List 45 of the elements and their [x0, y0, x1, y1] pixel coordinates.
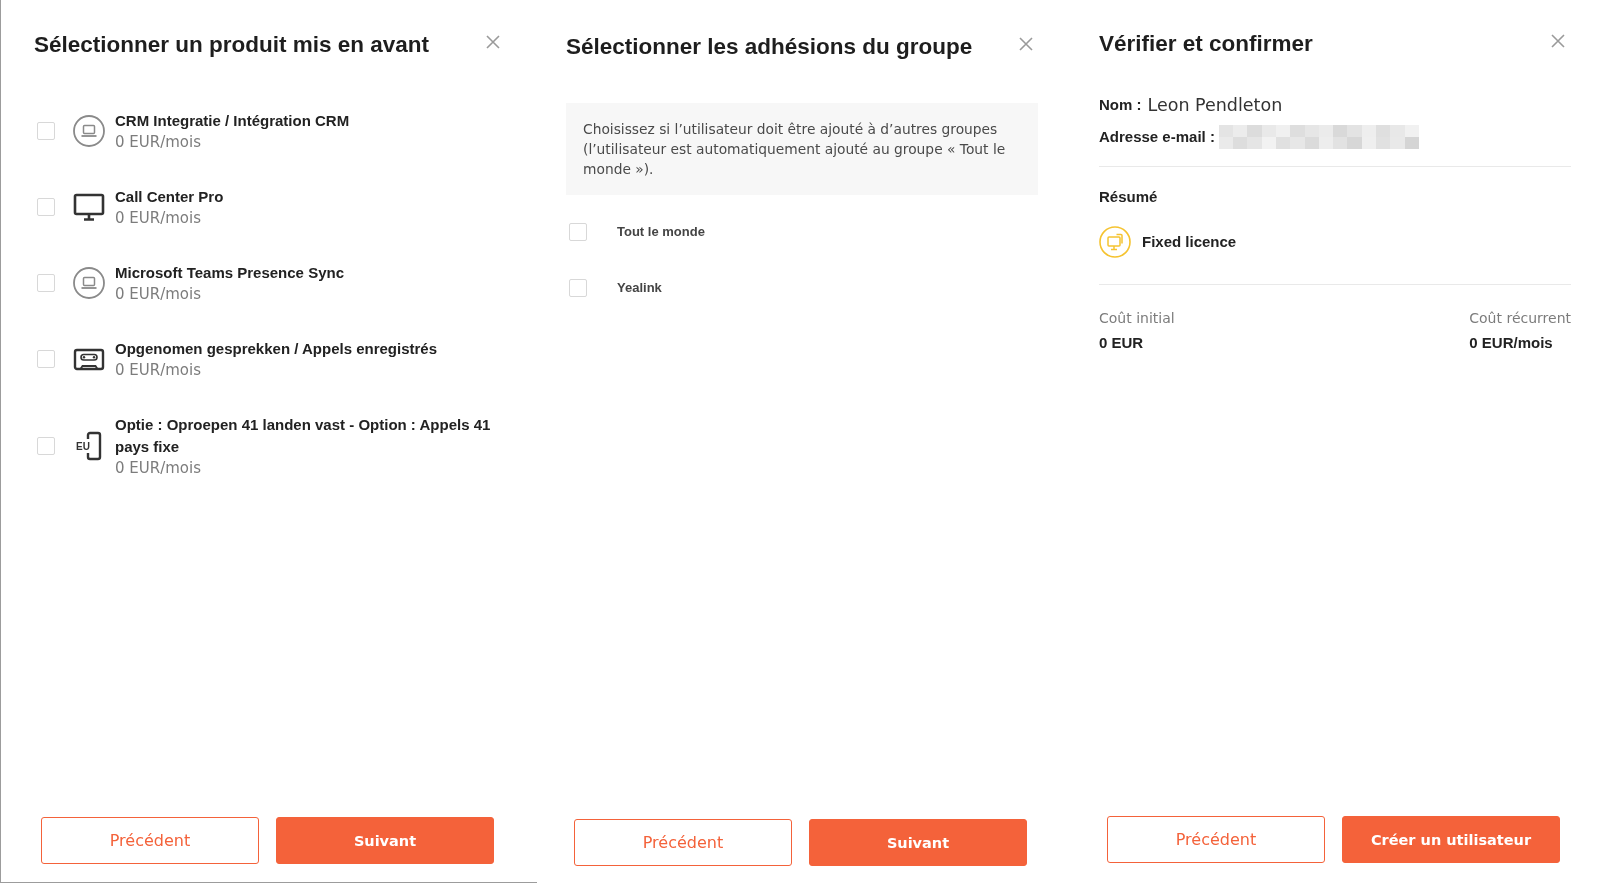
monitor-phone-icon	[1099, 226, 1131, 258]
close-icon[interactable]	[1019, 37, 1033, 51]
cost-value: 0 EUR/mois	[1469, 333, 1554, 353]
product-price: 0 EUR/mois	[115, 360, 202, 380]
next-button[interactable]: Suivant	[276, 817, 494, 864]
product-price: 0 EUR/mois	[115, 458, 202, 478]
checkbox[interactable]	[569, 223, 587, 241]
group-name: Yealink	[617, 279, 662, 297]
laptop-icon	[73, 115, 105, 147]
create-user-button[interactable]: Créer un utilisateur	[1342, 816, 1560, 863]
close-icon[interactable]	[486, 35, 500, 49]
cost-value: 0 EUR	[1099, 333, 1145, 353]
product-price: 0 EUR/mois	[115, 284, 202, 304]
product-price: 0 EUR/mois	[115, 132, 202, 152]
product-name: Call Center Pro	[115, 187, 225, 207]
panel-title: Sélectionner les adhésions du groupe	[566, 33, 973, 61]
group-name: Tout le monde	[617, 223, 705, 241]
checkbox[interactable]	[37, 350, 55, 368]
panel-title: Sélectionner un produit mis en avant	[34, 31, 430, 59]
next-button[interactable]: Suivant	[809, 819, 1027, 866]
product-name: CRM Integratie / Intégration CRM	[115, 111, 351, 131]
field-label: Adresse e-mail :	[1099, 127, 1215, 147]
checkbox[interactable]	[37, 198, 55, 216]
checkbox[interactable]	[37, 122, 55, 140]
product-name: Optie : Oproepen 41 landen vast - Option : Appels 41 pays fixe	[115, 415, 492, 457]
checkbox[interactable]	[569, 279, 587, 297]
product-name: Opgenomen gesprekken / Appels enregistrés	[115, 339, 439, 359]
monitor-icon	[73, 191, 105, 223]
cost-label: Coût initial	[1099, 309, 1175, 328]
info-box: Choisissez si l’utilisateur doit être ajouté à d’autres groupes (l’utilisateur est automatiquement ajouté au groupe « Tout le monde »).	[566, 103, 1038, 195]
product-price: 0 EUR/mois	[115, 208, 202, 228]
close-icon[interactable]	[1551, 34, 1565, 48]
panel-title: Vérifier et confirmer	[1099, 30, 1313, 58]
previous-button[interactable]: Précédent	[1107, 816, 1325, 863]
checkbox[interactable]	[37, 437, 55, 455]
licence-name: Fixed licence	[1142, 232, 1237, 252]
laptop-icon	[73, 267, 105, 299]
field-label: Nom :	[1099, 95, 1142, 115]
section-heading: Résumé	[1099, 187, 1159, 207]
field-value: Leon Pendleton	[1147, 94, 1283, 116]
previous-button[interactable]: Précédent	[574, 819, 792, 866]
product-name: Microsoft Teams Presence Sync	[115, 263, 345, 283]
cost-label: Coût récurrent	[1469, 309, 1571, 328]
checkbox[interactable]	[37, 274, 55, 292]
previous-button[interactable]: Précédent	[41, 817, 259, 864]
